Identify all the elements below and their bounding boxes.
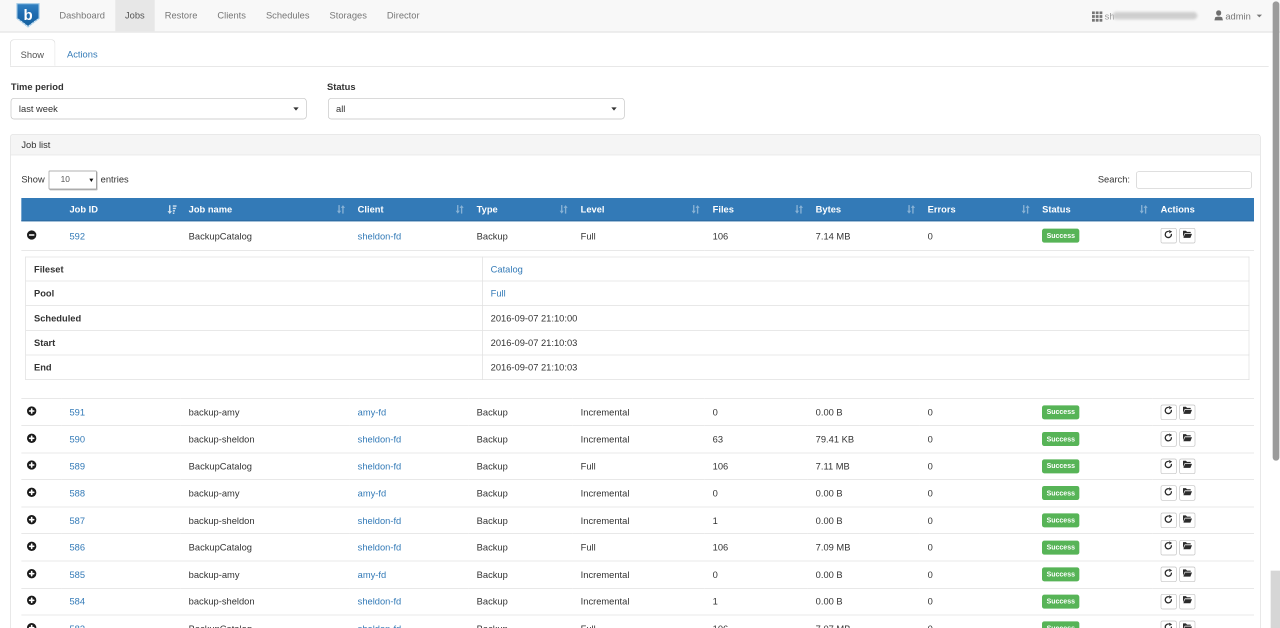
svg-text:b: b [24, 7, 33, 24]
